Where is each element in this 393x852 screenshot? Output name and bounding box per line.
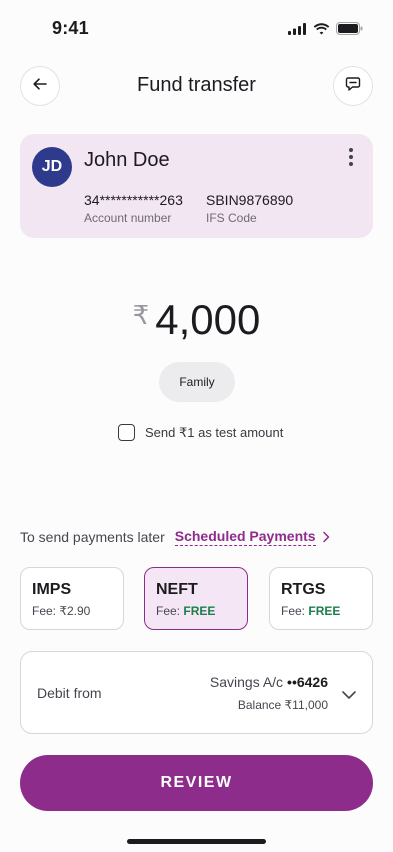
chat-button[interactable] bbox=[333, 66, 373, 106]
scheduled-payments-text: To send payments later bbox=[20, 529, 165, 545]
cellular-signal-icon bbox=[288, 22, 307, 40]
test-amount-label: Send ₹1 as test amount bbox=[145, 424, 284, 440]
purpose-chip[interactable]: Family bbox=[159, 362, 235, 402]
status-time: 9:41 bbox=[52, 18, 89, 38]
ifsc-value: SBIN9876890 bbox=[206, 192, 294, 208]
header: Fund transfer bbox=[20, 66, 373, 106]
payee-card: JD John Doe 34***********263 Account num… bbox=[20, 134, 373, 238]
mode-card-neft[interactable]: NEFT Fee: FREE bbox=[144, 567, 248, 630]
scheduled-payments-link[interactable]: Scheduled Payments bbox=[174, 528, 316, 546]
home-indicator bbox=[127, 839, 266, 844]
page-title: Fund transfer bbox=[137, 74, 256, 96]
debit-account-selector[interactable]: Debit from Savings A/c ••6426 Balance ₹11… bbox=[20, 651, 373, 734]
mode-fee-value: FREE bbox=[183, 604, 216, 618]
chevron-down-icon[interactable] bbox=[342, 686, 356, 704]
debit-account-name: Savings A/c ••6426 bbox=[209, 674, 328, 690]
chevron-right-icon[interactable] bbox=[322, 531, 330, 543]
scheduled-payments-row: To send payments later Scheduled Payment… bbox=[20, 528, 330, 546]
test-amount-row[interactable]: Send ₹1 as test amount bbox=[118, 424, 283, 441]
status-icons bbox=[288, 22, 363, 40]
test-amount-checkbox[interactable] bbox=[118, 424, 135, 441]
review-button[interactable]: REVIEW bbox=[20, 755, 373, 811]
status-bar: 9:41 bbox=[0, 0, 393, 56]
mode-fee-value: ₹2.90 bbox=[59, 604, 91, 618]
mode-name: RTGS bbox=[281, 581, 326, 598]
mode-fee: Fee: FREE bbox=[156, 604, 216, 618]
more-options-icon[interactable] bbox=[345, 148, 357, 166]
avatar: JD bbox=[32, 147, 72, 187]
mode-name: NEFT bbox=[156, 581, 198, 598]
amount-display[interactable]: ₹4,000 bbox=[0, 296, 393, 344]
account-number-value: 34***********263 bbox=[84, 192, 183, 208]
debit-account-masked: ••6426 bbox=[287, 674, 328, 690]
wifi-icon bbox=[313, 22, 330, 40]
payee-name: John Doe bbox=[84, 149, 170, 171]
account-number-label: Account number bbox=[84, 211, 172, 225]
ifsc-label: IFS Code bbox=[206, 211, 257, 225]
battery-icon bbox=[336, 22, 363, 40]
mode-fee-value: FREE bbox=[308, 604, 341, 618]
account-number-block: 34***********263 Account number bbox=[84, 192, 183, 225]
ifsc-block: SBIN9876890 IFS Code bbox=[206, 192, 293, 225]
amount-value: 4,000 bbox=[155, 296, 261, 343]
currency-symbol: ₹ bbox=[132, 300, 150, 330]
mode-fee: Fee: ₹2.90 bbox=[32, 604, 91, 618]
debit-account-balance: Balance ₹11,000 bbox=[237, 698, 328, 712]
mode-name: IMPS bbox=[32, 581, 72, 598]
chat-bubble-icon bbox=[345, 76, 361, 97]
mode-fee: Fee: FREE bbox=[281, 604, 341, 618]
mode-card-imps[interactable]: IMPS Fee: ₹2.90 bbox=[20, 567, 124, 630]
debit-from-label: Debit from bbox=[37, 685, 102, 701]
mode-card-rtgs[interactable]: RTGS Fee: FREE bbox=[269, 567, 373, 630]
transfer-mode-selector: IMPS Fee: ₹2.90 NEFT Fee: FREE RTGS Fee:… bbox=[20, 567, 373, 630]
